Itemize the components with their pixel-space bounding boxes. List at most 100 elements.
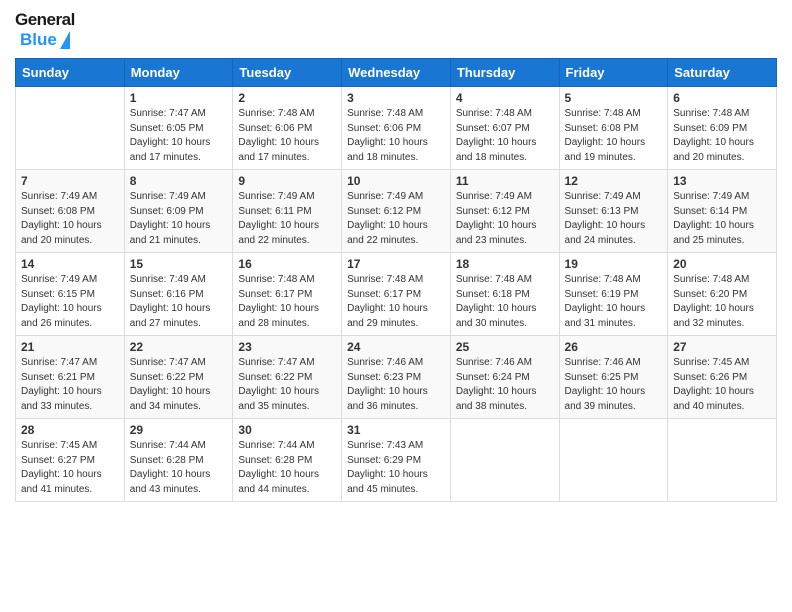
- calendar-cell: 29 Sunrise: 7:44 AMSunset: 6:28 PMDayligh…: [124, 419, 233, 502]
- day-info: Sunrise: 7:48 AMSunset: 6:17 PMDaylight:…: [347, 273, 445, 331]
- day-info: Sunrise: 7:47 AMSunset: 6:22 PMDaylight:…: [130, 356, 228, 414]
- day-header-thursday: Thursday: [450, 59, 559, 87]
- calendar-cell: 16 Sunrise: 7:48 AMSunset: 6:17 PMDayligh…: [233, 253, 342, 336]
- day-info: Sunrise: 7:49 AMSunset: 6:13 PMDaylight:…: [565, 190, 663, 248]
- logo-text-blue: Blue: [20, 30, 57, 50]
- day-info: Sunrise: 7:48 AMSunset: 6:18 PMDaylight:…: [456, 273, 554, 331]
- calendar-table: SundayMondayTuesdayWednesdayThursdayFrid…: [15, 58, 777, 502]
- calendar-cell: 3 Sunrise: 7:48 AMSunset: 6:06 PMDaylight…: [342, 87, 451, 170]
- calendar-week-row: 1Sunrise: 7:47 AMSunset: 6:05 PMDaylight…: [16, 87, 777, 170]
- logo-text-general: General: [15, 10, 75, 30]
- calendar-week-row: 7 Sunrise: 7:49 AMSunset: 6:08 PMDaylight…: [16, 170, 777, 253]
- day-number: 13: [673, 174, 771, 188]
- calendar-week-row: 14Sunrise: 7:49 AMSunset: 6:15 PMDayligh…: [16, 253, 777, 336]
- day-number: 7: [21, 174, 119, 188]
- day-info: Sunrise: 7:49 AMSunset: 6:09 PMDaylight:…: [130, 190, 228, 248]
- day-info: Sunrise: 7:48 AMSunset: 6:06 PMDaylight:…: [238, 107, 336, 165]
- day-number: 1: [130, 91, 228, 105]
- day-info: Sunrise: 7:48 AMSunset: 6:09 PMDaylight:…: [673, 107, 771, 165]
- day-number: 9: [238, 174, 336, 188]
- calendar-cell: 11Sunrise: 7:49 AMSunset: 6:12 PMDayligh…: [450, 170, 559, 253]
- day-info: Sunrise: 7:45 AMSunset: 6:26 PMDaylight:…: [673, 356, 771, 414]
- page-header: General Blue: [15, 10, 777, 50]
- calendar-cell: [559, 419, 668, 502]
- calendar-cell: 10Sunrise: 7:49 AMSunset: 6:12 PMDayligh…: [342, 170, 451, 253]
- day-number: 10: [347, 174, 445, 188]
- day-number: 30: [238, 423, 336, 437]
- day-number: 19: [565, 257, 663, 271]
- day-number: 16: [238, 257, 336, 271]
- day-number: 24: [347, 340, 445, 354]
- day-number: 6: [673, 91, 771, 105]
- calendar-cell: 19 Sunrise: 7:48 AMSunset: 6:19 PMDayligh…: [559, 253, 668, 336]
- logo-triangle-icon: [60, 31, 70, 49]
- day-info: Sunrise: 7:48 AMSunset: 6:20 PMDaylight:…: [673, 273, 771, 331]
- day-info: Sunrise: 7:45 AMSunset: 6:27 PMDaylight:…: [21, 439, 119, 497]
- calendar-cell: 27 Sunrise: 7:45 AMSunset: 6:26 PMDayligh…: [668, 336, 777, 419]
- day-info: Sunrise: 7:46 AMSunset: 6:25 PMDaylight:…: [565, 356, 663, 414]
- day-info: Sunrise: 7:48 AMSunset: 6:17 PMDaylight:…: [238, 273, 336, 331]
- calendar-cell: [16, 87, 125, 170]
- day-header-saturday: Saturday: [668, 59, 777, 87]
- day-number: 8: [130, 174, 228, 188]
- calendar-cell: 22Sunrise: 7:47 AMSunset: 6:22 PMDayligh…: [124, 336, 233, 419]
- day-number: 4: [456, 91, 554, 105]
- calendar-week-row: 28 Sunrise: 7:45 AMSunset: 6:27 PMDayligh…: [16, 419, 777, 502]
- day-info: Sunrise: 7:47 AMSunset: 6:21 PMDaylight:…: [21, 356, 119, 414]
- day-header-wednesday: Wednesday: [342, 59, 451, 87]
- calendar-cell: 14Sunrise: 7:49 AMSunset: 6:15 PMDayligh…: [16, 253, 125, 336]
- day-number: 23: [238, 340, 336, 354]
- calendar-cell: 6 Sunrise: 7:48 AMSunset: 6:09 PMDaylight…: [668, 87, 777, 170]
- day-number: 11: [456, 174, 554, 188]
- day-info: Sunrise: 7:48 AMSunset: 6:19 PMDaylight:…: [565, 273, 663, 331]
- calendar-header-row: SundayMondayTuesdayWednesdayThursdayFrid…: [16, 59, 777, 87]
- day-header-monday: Monday: [124, 59, 233, 87]
- day-info: Sunrise: 7:48 AMSunset: 6:08 PMDaylight:…: [565, 107, 663, 165]
- day-number: 2: [238, 91, 336, 105]
- day-number: 15: [130, 257, 228, 271]
- calendar-cell: 25Sunrise: 7:46 AMSunset: 6:24 PMDayligh…: [450, 336, 559, 419]
- calendar-cell: 1Sunrise: 7:47 AMSunset: 6:05 PMDaylight…: [124, 87, 233, 170]
- day-number: 17: [347, 257, 445, 271]
- day-info: Sunrise: 7:49 AMSunset: 6:14 PMDaylight:…: [673, 190, 771, 248]
- day-number: 18: [456, 257, 554, 271]
- day-number: 29: [130, 423, 228, 437]
- calendar-week-row: 21 Sunrise: 7:47 AMSunset: 6:21 PMDayligh…: [16, 336, 777, 419]
- day-info: Sunrise: 7:49 AMSunset: 6:11 PMDaylight:…: [238, 190, 336, 248]
- day-info: Sunrise: 7:48 AMSunset: 6:06 PMDaylight:…: [347, 107, 445, 165]
- day-header-friday: Friday: [559, 59, 668, 87]
- calendar-cell: 8 Sunrise: 7:49 AMSunset: 6:09 PMDaylight…: [124, 170, 233, 253]
- logo: General Blue: [15, 10, 79, 50]
- day-number: 21: [21, 340, 119, 354]
- day-info: Sunrise: 7:43 AMSunset: 6:29 PMDaylight:…: [347, 439, 445, 497]
- day-header-tuesday: Tuesday: [233, 59, 342, 87]
- calendar-cell: 17 Sunrise: 7:48 AMSunset: 6:17 PMDayligh…: [342, 253, 451, 336]
- day-number: 31: [347, 423, 445, 437]
- calendar-cell: [450, 419, 559, 502]
- day-number: 3: [347, 91, 445, 105]
- calendar-cell: 18 Sunrise: 7:48 AMSunset: 6:18 PMDayligh…: [450, 253, 559, 336]
- day-info: Sunrise: 7:44 AMSunset: 6:28 PMDaylight:…: [130, 439, 228, 497]
- calendar-cell: 21 Sunrise: 7:47 AMSunset: 6:21 PMDayligh…: [16, 336, 125, 419]
- day-info: Sunrise: 7:47 AMSunset: 6:22 PMDaylight:…: [238, 356, 336, 414]
- day-info: Sunrise: 7:48 AMSunset: 6:07 PMDaylight:…: [456, 107, 554, 165]
- day-number: 27: [673, 340, 771, 354]
- day-info: Sunrise: 7:49 AMSunset: 6:15 PMDaylight:…: [21, 273, 119, 331]
- day-number: 28: [21, 423, 119, 437]
- calendar-cell: 23 Sunrise: 7:47 AMSunset: 6:22 PMDayligh…: [233, 336, 342, 419]
- day-info: Sunrise: 7:44 AMSunset: 6:28 PMDaylight:…: [238, 439, 336, 497]
- calendar-cell: 24 Sunrise: 7:46 AMSunset: 6:23 PMDayligh…: [342, 336, 451, 419]
- day-info: Sunrise: 7:46 AMSunset: 6:23 PMDaylight:…: [347, 356, 445, 414]
- day-number: 26: [565, 340, 663, 354]
- day-info: Sunrise: 7:49 AMSunset: 6:16 PMDaylight:…: [130, 273, 228, 331]
- calendar-cell: 30 Sunrise: 7:44 AMSunset: 6:28 PMDayligh…: [233, 419, 342, 502]
- day-info: Sunrise: 7:46 AMSunset: 6:24 PMDaylight:…: [456, 356, 554, 414]
- calendar-cell: 12 Sunrise: 7:49 AMSunset: 6:13 PMDayligh…: [559, 170, 668, 253]
- calendar-cell: 15 Sunrise: 7:49 AMSunset: 6:16 PMDayligh…: [124, 253, 233, 336]
- calendar-cell: 20Sunrise: 7:48 AMSunset: 6:20 PMDayligh…: [668, 253, 777, 336]
- day-info: Sunrise: 7:49 AMSunset: 6:08 PMDaylight:…: [21, 190, 119, 248]
- day-number: 12: [565, 174, 663, 188]
- calendar-cell: [668, 419, 777, 502]
- calendar-cell: 2 Sunrise: 7:48 AMSunset: 6:06 PMDaylight…: [233, 87, 342, 170]
- calendar-cell: 31 Sunrise: 7:43 AMSunset: 6:29 PMDayligh…: [342, 419, 451, 502]
